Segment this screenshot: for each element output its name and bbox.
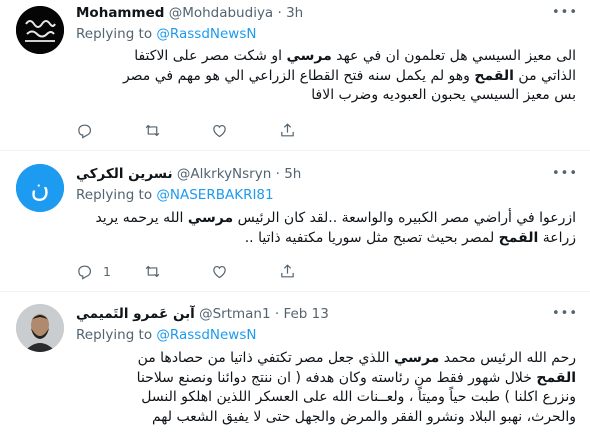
avatar[interactable]: ن <box>16 164 64 212</box>
author-handle[interactable]: @Srtman1 <box>199 306 270 322</box>
tweet-text: رحم الله الرئيس محمد مرسي اللذي جعل مصر … <box>76 349 576 427</box>
dot-separator: · <box>275 166 280 182</box>
text-segment: الله يرحمه يريد <box>95 210 188 226</box>
tweet-text-line: الذاتي من القمح وهو لم يكمل سنه فتح القط… <box>76 67 576 87</box>
tweet-actions: 1 <box>76 261 346 281</box>
reply-button[interactable] <box>76 122 144 139</box>
highlighted-keyword: القمح <box>536 369 576 386</box>
tweet-text-line: ونزرع اكلنا ) طبت حياً وميتاً ، ولعــنات… <box>76 388 576 408</box>
avatar[interactable] <box>16 304 64 352</box>
text-segment: زراعة <box>538 229 576 246</box>
highlighted-keyword: القمح <box>498 229 539 246</box>
text-segment: او شكت مصر على الاكتفا <box>134 48 287 64</box>
replying-to-label: Replying to <box>76 187 153 203</box>
reply-button[interactable]: 1 <box>76 263 144 280</box>
highlighted-keyword: مرسي <box>394 350 440 366</box>
text-segment: ازرعوا في أراضي مصر الكبيره والواسعة ..ل… <box>233 210 576 226</box>
share-icon <box>280 123 294 136</box>
tweet-2[interactable]: ن نسرين الكركي @AlkrkyNsryn · 5h ••• Rep… <box>0 151 590 292</box>
text-segment: وهو لم يكمل سنه فتح القطاع الزراعي الي ه… <box>122 67 475 84</box>
text-segment: لمصر بحيث تصبح مثل سوريا مكتفيه ذاتيا .. <box>244 229 499 246</box>
reply-to-handle[interactable]: @RassdNewsN <box>156 327 256 343</box>
more-icon[interactable]: ••• <box>552 3 578 23</box>
avatar-letter: ن <box>30 174 49 204</box>
text-segment: رحم الله الرئيس محمد <box>439 350 576 366</box>
tweet-text-line: ازرعوا في أراضي مصر الكبيره والواسعة ..ل… <box>76 209 576 229</box>
like-button[interactable] <box>211 122 279 139</box>
tweet-actions <box>76 120 346 140</box>
tweet-text-line: بس معيز السيسي يحبون العبوديه وضرب الافا <box>76 86 576 106</box>
tweet-text-line: والحرث، نهبو البلاد ونشرو الفقر والمرض و… <box>76 408 576 428</box>
text-segment: الذاتي من <box>513 67 576 84</box>
tweet-text: ازرعوا في أراضي مصر الكبيره والواسعة ..ل… <box>76 209 576 248</box>
like-button[interactable] <box>211 263 279 280</box>
avatar-image <box>16 6 64 54</box>
author-name[interactable]: Mohammed <box>76 5 164 21</box>
tweet-time[interactable]: 3h <box>286 5 303 21</box>
reply-icon <box>78 265 92 280</box>
text-segment: ونزرع اكلنا ) طبت حياً وميتاً ، ولعــنات… <box>141 389 576 405</box>
share-button[interactable] <box>279 122 347 139</box>
avatar-image <box>16 304 64 352</box>
text-segment: بس معيز السيسي يحبون العبوديه وضرب الافا <box>311 87 576 103</box>
retweet-button[interactable] <box>144 122 212 139</box>
highlighted-keyword: مرسي <box>187 210 234 226</box>
highlighted-keyword: القمح <box>474 67 514 84</box>
tweet-3[interactable]: آبن عَمرو التَميمي @Srtman1 · Feb 13 •••… <box>0 292 590 442</box>
tweet-time[interactable]: Feb 13 <box>283 306 328 322</box>
tweet-1[interactable]: Mohammed @Mohdabudiya · 3h ••• Replying … <box>0 0 590 151</box>
retweet-icon <box>145 124 159 136</box>
text-segment: الى معيز السيسي هل تعلمون ان في عهد <box>331 48 576 64</box>
author-name[interactable]: نسرين الكركي <box>76 166 173 182</box>
tweet-text-line: زراعة القمح لمصر بحيث تصبح مثل سوريا مكت… <box>76 229 576 249</box>
retweet-button[interactable] <box>144 263 212 280</box>
dot-separator: · <box>277 5 282 21</box>
reply-icon <box>78 124 92 139</box>
tweet-text-line: الى معيز السيسي هل تعلمون ان في عهد مرسي… <box>76 47 576 67</box>
author-handle[interactable]: @AlkrkyNsryn <box>177 166 271 182</box>
like-icon <box>213 124 226 137</box>
replying-to-label: Replying to <box>76 327 153 343</box>
replying-to-label: Replying to <box>76 26 153 42</box>
text-segment: خلال شهور فقط من رئاسته وكان هدفه ( ان ن… <box>136 369 537 386</box>
text-segment: والحرث، نهبو البلاد ونشرو الفقر والمرض و… <box>151 408 576 425</box>
highlighted-keyword: مرسي <box>286 48 332 64</box>
more-icon[interactable]: ••• <box>552 164 578 184</box>
share-button[interactable] <box>279 263 347 280</box>
retweet-icon <box>145 265 159 277</box>
tweet-time[interactable]: 5h <box>284 166 301 182</box>
author-name[interactable]: آبن عَمرو التَميمي <box>76 306 195 322</box>
text-segment: اللذي جعل مصر تكتفي ذاتيا من حصادها من <box>137 350 395 366</box>
reply-count: 1 <box>103 263 111 279</box>
like-icon <box>213 265 226 278</box>
tweet-text: الى معيز السيسي هل تعلمون ان في عهد مرسي… <box>76 47 576 106</box>
dot-separator: · <box>274 306 280 322</box>
avatar-image: ن <box>16 164 64 212</box>
reply-to-handle[interactable]: @NASERBAKRI81 <box>156 187 273 203</box>
tweet-text-line: رحم الله الرئيس محمد مرسي اللذي جعل مصر … <box>76 349 576 369</box>
more-icon[interactable]: ••• <box>552 304 578 324</box>
avatar[interactable] <box>16 6 64 54</box>
share-icon <box>280 264 294 277</box>
tweet-text-line: القمح خلال شهور فقط من رئاسته وكان هدفه … <box>76 369 576 389</box>
author-handle[interactable]: @Mohdabudiya <box>169 5 274 21</box>
reply-to-handle[interactable]: @RassdNewsN <box>156 26 256 42</box>
